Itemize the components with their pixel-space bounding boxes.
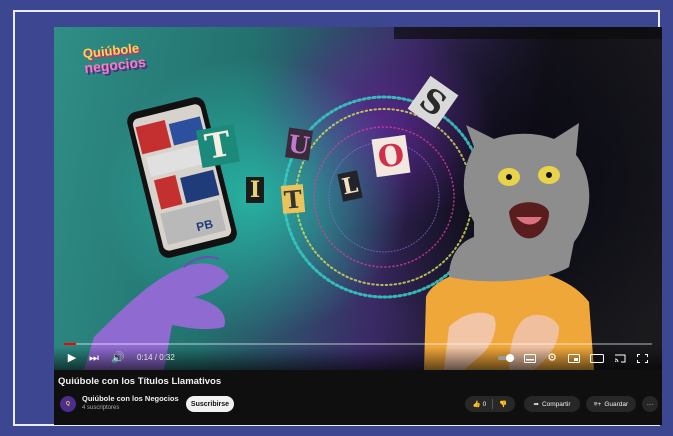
time-display: 0:14 / 0:32 [137,353,175,362]
autoplay-toggle-icon[interactable] [498,351,516,365]
like-count: 0 [482,401,487,408]
share-label: Compartir [541,400,571,408]
channel-logo-overlay: Quiúbole negocios [82,39,164,85]
letter-u: U [285,127,313,161]
letter-t2: T [280,184,306,214]
video-player[interactable]: PB Quiúbole negocios T I T U L O S ▶ ⏭ 🔊… [54,27,662,370]
letter-o: O [371,134,411,178]
share-icon: ➦ [533,401,539,408]
save-icon: ≡+ [593,400,602,408]
volume-icon[interactable]: 🔊 [111,351,125,365]
channel-avatar[interactable]: Q [60,396,76,412]
like-separator [492,399,494,409]
settings-gear-icon[interactable]: ⚙ [546,351,558,365]
letter-t1: T [195,123,241,169]
progress-fill [64,343,76,345]
dislike-button[interactable]: 👎 [499,400,507,408]
thumbs-down-icon: 👎 [499,401,508,408]
save-label: Guardar [604,400,629,408]
video-title: Quiúbole con los Títulos Llamativos [58,376,222,387]
play-icon[interactable]: ▶ [66,351,78,365]
like-button[interactable]: 👍 0 [473,400,487,408]
more-actions-button[interactable]: ··· [642,396,658,412]
share-button[interactable]: ➦ Compartir [524,396,580,412]
youtube-screenshot: PB Quiúbole negocios T I T U L O S ▶ ⏭ 🔊… [54,27,662,425]
cast-icon[interactable] [614,351,626,365]
fullscreen-icon[interactable] [636,351,648,365]
more-icon: ··· [646,400,654,408]
next-icon[interactable]: ⏭ [88,351,100,365]
save-button[interactable]: ≡+ Guardar [586,396,636,412]
progress-bar[interactable] [64,343,652,345]
subscribe-button[interactable]: Suscribirse [186,396,234,412]
subscriber-count: 4 suscriptores [82,405,120,411]
theater-mode-icon[interactable] [590,351,604,365]
channel-name[interactable]: Quiúbole con los Negocios [82,394,179,403]
subtitles-icon[interactable] [524,351,536,365]
avatar-text: Q [66,401,70,407]
thumbs-up-icon: 👍 [472,401,481,408]
like-dislike-group: 👍 0 👎 [465,396,515,412]
miniplayer-icon[interactable] [568,351,580,365]
letter-i: I [246,177,264,203]
